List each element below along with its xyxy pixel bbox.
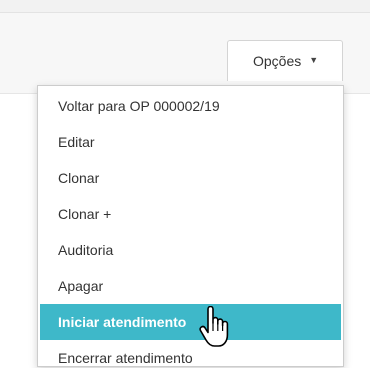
caret-down-icon: ▼ (309, 55, 319, 65)
options-dropdown-menu: Voltar para OP 000002/19 Editar Clonar C… (37, 85, 344, 367)
menu-item-editar[interactable]: Editar (38, 124, 343, 160)
options-dropdown-button[interactable]: Opções ▼ (227, 40, 343, 81)
menu-item-clonar[interactable]: Clonar (38, 160, 343, 196)
menu-list: Voltar para OP 000002/19 Editar Clonar C… (38, 86, 343, 366)
options-label: Opções (253, 53, 302, 69)
menu-item-auditoria[interactable]: Auditoria (38, 232, 343, 268)
menu-item-voltar[interactable]: Voltar para OP 000002/19 (38, 88, 343, 124)
menu-item-iniciar-atendimento[interactable]: Iniciar atendimento (40, 304, 341, 340)
menu-item-apagar[interactable]: Apagar (38, 268, 343, 304)
menu-item-clonar-plus[interactable]: Clonar + (38, 196, 343, 232)
menu-item-encerrar-atendimento[interactable]: Encerrar atendimento (38, 340, 343, 366)
